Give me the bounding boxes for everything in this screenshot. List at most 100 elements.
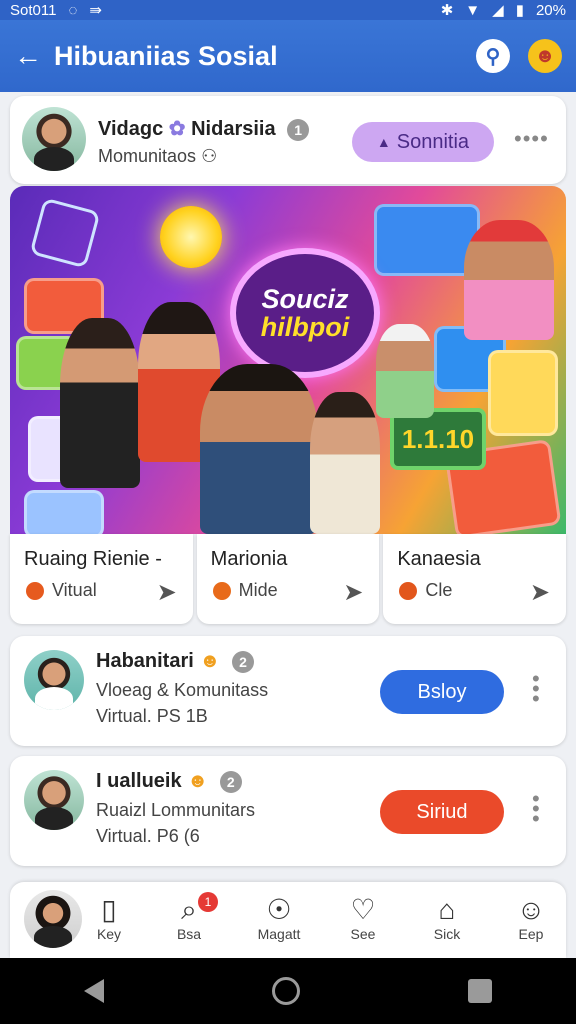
- back-icon[interactable]: [84, 979, 104, 1003]
- store-icon: ⌂: [438, 894, 456, 925]
- community-card[interactable]: Habanitari ☻ 2 Vloeag & Komunitass Virtu…: [10, 636, 566, 746]
- battery-icon: ▮: [515, 2, 524, 19]
- community-desc: Ruaizl Lommunitars: [96, 800, 256, 820]
- nav-item-key[interactable]: ▯ Key: [74, 894, 144, 942]
- nav-label: See: [350, 926, 376, 942]
- clock-icon: [212, 582, 231, 600]
- follow-label: Sonnitia: [396, 130, 470, 153]
- sun-graphic: [160, 206, 222, 268]
- person-figure: [376, 324, 434, 418]
- community-name-text: I uallueik: [96, 770, 182, 792]
- group-icon: ⚇: [201, 146, 218, 166]
- warning-icon: ▲: [376, 134, 391, 150]
- follow-button[interactable]: ▲ Sonnitia: [352, 122, 494, 162]
- person-figure: [60, 318, 140, 488]
- back-arrow-icon[interactable]: ←: [14, 40, 54, 72]
- video-tile: [24, 490, 104, 534]
- more-options-icon[interactable]: ••••: [514, 126, 549, 152]
- more-vert-icon[interactable]: • • •: [532, 788, 540, 830]
- nav-item-heart[interactable]: ♡ See: [328, 894, 398, 942]
- post-author[interactable]: Vidagc ✿ Nidarsiia 1: [98, 116, 310, 141]
- nav-label: Eep: [518, 926, 544, 942]
- community-name-text: Habanitari: [96, 650, 194, 672]
- share-icon[interactable]: ➤: [530, 578, 550, 607]
- banner-logo: Souciz hilbpoi: [230, 248, 380, 378]
- flower-icon: ✿: [168, 118, 186, 140]
- compass-icon: ☉: [266, 894, 292, 925]
- carrier-label: Sot011: [10, 1, 57, 19]
- community-name: I uallueik ☻ 2: [96, 770, 242, 793]
- hexagon-shape: [29, 197, 101, 269]
- nav-item-search[interactable]: ⌕ Bsa 1: [154, 892, 224, 942]
- avatar: [24, 650, 84, 710]
- bottom-navigation: ▯ Key ⌕ Bsa 1 ☉ Magatt ♡ See ⌂ Sick ☺ Ee…: [10, 882, 566, 958]
- share-icon[interactable]: ➤: [343, 578, 363, 607]
- sync-icon: ◌: [68, 1, 78, 19]
- category-sub: Cle: [425, 580, 453, 600]
- search-icon[interactable]: ⚲: [476, 39, 510, 73]
- smile-icon: ☻: [199, 650, 221, 672]
- join-button[interactable]: Siriud: [380, 790, 504, 834]
- community-meta: Virtual. P6 (6: [96, 826, 200, 846]
- category-card[interactable]: Kanaesia Cle ➤: [383, 534, 567, 624]
- category-title: Ruaing Rienie -: [24, 548, 162, 570]
- cast-icon: ⇛: [89, 2, 102, 19]
- category-card[interactable]: Ruaing Rienie - Vitual ➤: [10, 534, 193, 624]
- battery-level: 20%: [535, 1, 566, 19]
- post-subtitle: Momunitaos ⚇: [98, 146, 217, 167]
- person-figure: [310, 392, 380, 534]
- avatar: [24, 770, 84, 830]
- nav-item-store[interactable]: ⌂ Sick: [412, 894, 482, 942]
- post-subtitle-text: Momunitaos: [98, 146, 197, 166]
- profile-icon: ☺: [516, 894, 546, 925]
- more-vert-icon[interactable]: • • •: [532, 668, 540, 710]
- live-icon: [26, 582, 44, 600]
- category-sub: Mide: [238, 580, 278, 600]
- heart-icon: ♡: [350, 894, 376, 925]
- category-row: Ruaing Rienie - Vitual ➤ Marionia Mide ➤…: [10, 534, 567, 624]
- category-title: Kanaesia: [397, 548, 481, 570]
- post-author-first: Vidagc: [98, 118, 164, 140]
- recents-icon[interactable]: [468, 979, 492, 1003]
- community-meta: Virtual. PS 1B: [96, 706, 208, 726]
- wifi-icon: ▼: [465, 1, 481, 19]
- bluetooth-icon: ✱: [440, 2, 454, 19]
- category-title: Marionia: [210, 548, 288, 570]
- system-navigation-bar: [0, 958, 576, 1024]
- signal-icon: ◢: [492, 2, 504, 19]
- nav-item-compass[interactable]: ☉ Magatt: [244, 894, 314, 942]
- category-sub: Vitual: [52, 580, 97, 600]
- nav-label: Key: [96, 926, 122, 942]
- nav-label: Magatt: [257, 926, 301, 942]
- status-bar: Sot011 ◌ ⇛ ✱ ▼ ◢ ▮ 20%: [0, 0, 576, 20]
- nav-label: Sick: [433, 926, 461, 942]
- category-card[interactable]: Marionia Mide ➤: [196, 534, 380, 624]
- avatar[interactable]: [22, 107, 86, 171]
- community-name: Habanitari ☻ 2: [96, 650, 254, 673]
- join-button[interactable]: Bsloy: [380, 670, 504, 714]
- emoji-icon[interactable]: ☻: [528, 39, 562, 73]
- post-header-card: Vidagc ✿ Nidarsiia 1 Momunitaos ⚇ ▲ Sonn…: [10, 96, 566, 184]
- notification-badge: 1: [198, 892, 218, 912]
- smile-icon: ☻: [187, 770, 209, 792]
- share-icon[interactable]: ➤: [157, 578, 177, 607]
- flame-icon: [399, 582, 418, 600]
- post-author-second: Nidarsiia: [191, 118, 276, 140]
- video-tile: [488, 350, 558, 436]
- count-badge: 2: [219, 770, 242, 793]
- count-badge: 1: [287, 118, 310, 141]
- person-figure: [464, 220, 554, 340]
- banner-logo-line2: hilbpoi: [260, 312, 350, 342]
- community-desc: Vloeag & Komunitass: [96, 680, 269, 700]
- community-card[interactable]: I uallueik ☻ 2 Ruaizl Lommunitars Virtua…: [10, 756, 566, 866]
- home-icon[interactable]: [272, 977, 300, 1005]
- banner-logo-line1: Souciz: [261, 283, 349, 314]
- nav-label: Bsa: [176, 926, 202, 942]
- post-banner-image[interactable]: 1.1.10 Souciz hilbpoi: [10, 186, 566, 534]
- count-badge: 2: [231, 650, 254, 673]
- app-bar: ← Hibuaniias Sosial ⚲ ☻: [0, 20, 576, 92]
- bookmark-icon: ▯: [101, 894, 117, 925]
- page-title: Hibuaniias Sosial: [54, 40, 278, 71]
- nav-item-profile[interactable]: ☺ Eep: [496, 894, 566, 942]
- person-figure: [200, 364, 318, 534]
